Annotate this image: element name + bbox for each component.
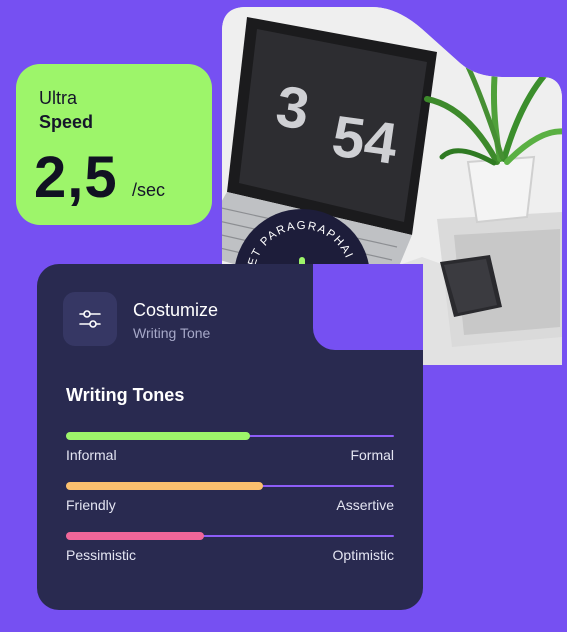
writing-tones-heading: Writing Tones <box>66 385 185 405</box>
sliders-icon <box>79 310 101 328</box>
slider-fill <box>66 432 250 440</box>
speed-unit: /sec <box>132 180 166 200</box>
tone-slider-optimism[interactable]: Pessimistic Optimistic <box>66 529 394 569</box>
slider-label-informal: Informal <box>66 447 117 463</box>
slider-label-pessimistic: Pessimistic <box>66 547 137 563</box>
card-subtitle: Writing Tone <box>133 325 211 341</box>
clock-minute: 54 <box>328 104 401 177</box>
slider-label-friendly: Friendly <box>66 497 116 513</box>
tone-slider-assertiveness[interactable]: Friendly Assertive <box>66 479 394 519</box>
speed-value: 2,5 <box>34 145 118 210</box>
slider-label-assertive: Assertive <box>336 497 394 513</box>
slider-fill <box>66 532 204 540</box>
card-title: Costumize <box>133 300 219 320</box>
speed-card: Ultra Speed 2,5 /sec <box>16 64 212 225</box>
slider-fill <box>66 482 263 490</box>
slider-label-formal: Formal <box>350 447 394 463</box>
speed-label-speed: Speed <box>39 112 94 132</box>
customize-button[interactable] <box>63 292 117 346</box>
speed-label-ultra: Ultra <box>39 88 78 108</box>
writing-tone-card: Costumize Writing Tone Writing Tones Inf… <box>37 264 423 610</box>
plant-pot <box>468 157 534 222</box>
slider-label-optimistic: Optimistic <box>332 547 394 563</box>
tone-slider-formality[interactable]: Informal Formal <box>66 429 394 469</box>
